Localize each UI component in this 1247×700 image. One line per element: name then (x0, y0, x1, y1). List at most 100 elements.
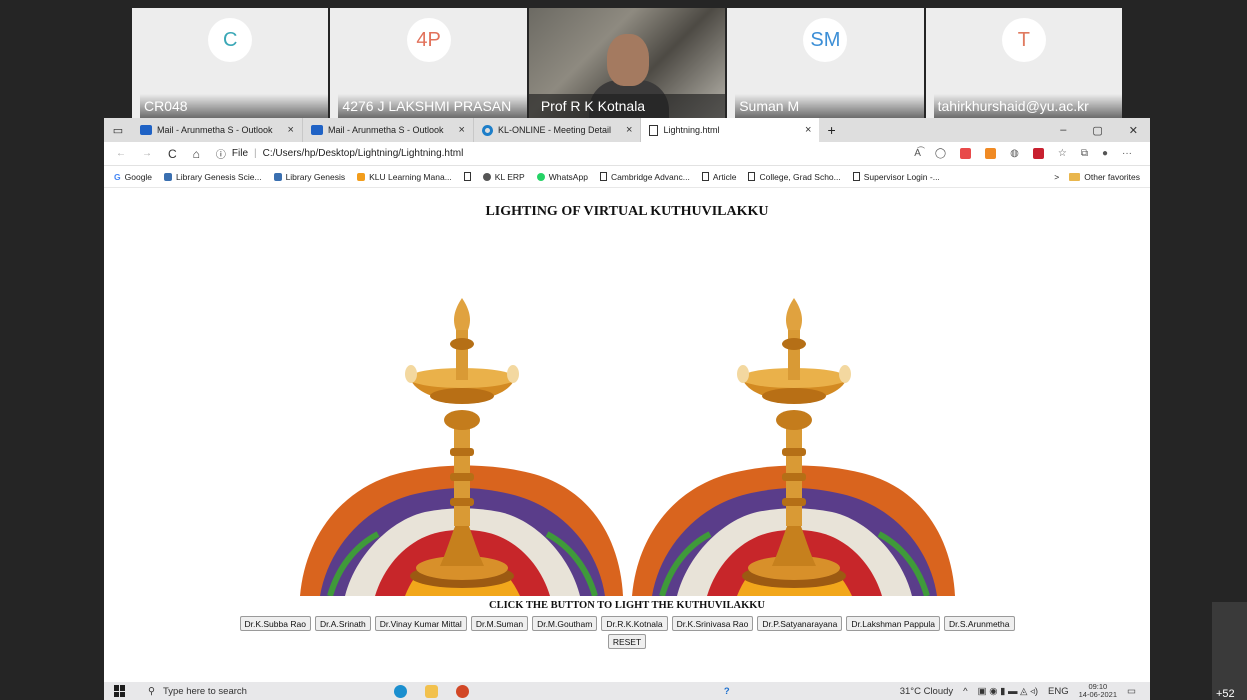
kuthuvilakku-lamp-image (632, 298, 955, 596)
edge-icon[interactable] (394, 684, 407, 698)
clock-date: 14-06-2021 (1078, 690, 1118, 699)
maximize-button[interactable]: ▢ (1092, 124, 1102, 137)
light-button-subba-rao[interactable]: Dr.K.Subba Rao (239, 616, 311, 631)
tab-close-icon[interactable]: × (288, 124, 294, 136)
windows-start-icon[interactable] (114, 685, 126, 697)
light-button-goutham[interactable]: Dr.M.Goutham (532, 616, 598, 631)
search-icon: ⚲ (148, 685, 155, 697)
participant-tile[interactable]: SM Suman M (727, 8, 924, 118)
favorite-article[interactable]: Article (701, 172, 736, 182)
overflow-participants-count[interactable]: +52 (1216, 688, 1235, 700)
participant-name: Prof R K Kotnala (528, 94, 726, 118)
light-button-lakshman-pappula[interactable]: Dr.Lakshman Pappula (846, 616, 941, 631)
favorite-college[interactable]: College, Grad Scho... (748, 172, 841, 182)
favorite-label: Library Genesis Scie... (176, 171, 262, 182)
url-scheme: File (231, 148, 249, 159)
outlook-icon (310, 125, 323, 135)
favorite-kl-erp[interactable]: KL ERP (482, 171, 525, 182)
favorite-google[interactable]: G Google (114, 172, 152, 182)
language-indicator[interactable]: ENG (1048, 686, 1069, 697)
participant-video-tile[interactable]: Prof R K Kotnala (528, 8, 726, 120)
page-icon (748, 172, 756, 181)
instruction-text: CLICK THE BUTTON TO LIGHT THE KUTHUVILAK… (489, 600, 765, 611)
light-button-arunmetha[interactable]: Dr.S.Arunmetha (944, 616, 1015, 631)
other-favorites[interactable]: Other favorites (1069, 172, 1140, 182)
light-button-suman[interactable]: Dr.M.Suman (470, 616, 529, 631)
favorites-star-icon[interactable]: ☆ (1058, 148, 1067, 159)
folder-icon (1069, 172, 1081, 181)
libgen-icon (273, 172, 282, 181)
reload-button[interactable]: C (168, 147, 177, 161)
zotero-extension-icon[interactable] (1032, 148, 1044, 159)
tab-close-icon[interactable]: × (459, 124, 465, 136)
overflow-participants-panel[interactable] (1212, 602, 1247, 700)
participant-tile[interactable]: C CR048 (132, 8, 329, 118)
back-button[interactable]: ← (116, 148, 126, 159)
grey-extension-icon[interactable]: ◍ (1010, 148, 1019, 159)
powerpoint-icon[interactable] (456, 684, 469, 698)
tab-mail-2[interactable]: Mail - Arunmetha S - Outlook × (303, 118, 474, 142)
favorite-libgen-sci[interactable]: Library Genesis Scie... (164, 172, 262, 182)
favorite-label: KL ERP (494, 171, 525, 182)
profile-avatar-icon[interactable]: ● (1102, 148, 1108, 159)
tab-close-icon[interactable]: × (626, 124, 632, 136)
weather-widget[interactable]: 31°C Cloudy (900, 686, 953, 697)
reset-row: RESET (104, 634, 1150, 649)
page-title: LIGHTING OF VIRTUAL KUTHUVILAKKU (485, 204, 769, 219)
favorite-blank-page[interactable] (463, 172, 471, 181)
circle-extension-icon[interactable]: ◯ (935, 148, 946, 159)
notifications-icon[interactable]: ▭ (1127, 686, 1136, 697)
klu-icon (357, 172, 366, 181)
light-button-srinivasa-rao[interactable]: Dr.K.Srinivasa Rao (671, 616, 754, 631)
more-menu-icon[interactable]: ··· (1122, 148, 1132, 159)
tab-actions-icon[interactable]: ▭ (104, 124, 132, 137)
favorite-libgen[interactable]: Library Genesis (273, 172, 345, 182)
light-button-satyanarayana[interactable]: Dr.P.Satyanarayana (757, 616, 843, 631)
tab-close-icon[interactable]: × (805, 124, 811, 136)
kuthuvilakku-lamp-image (300, 298, 623, 596)
light-button-kotnala[interactable]: Dr.R.K.Kotnala (601, 616, 668, 631)
info-icon: ⓘ (215, 150, 226, 161)
collections-icon[interactable]: ⧉ (1081, 148, 1088, 159)
forward-button[interactable]: → (142, 148, 152, 159)
new-tab-button[interactable]: + (819, 122, 843, 138)
tray-chevron-icon[interactable]: ^ (963, 686, 967, 697)
search-placeholder: Type here to search (162, 685, 247, 697)
url-field[interactable]: ⓘ File | C:/Users/hp/Desktop/Lightning/L… (216, 146, 463, 161)
taskbar-clock[interactable]: 09:10 14-06-2021 (1079, 683, 1117, 699)
participant-tile[interactable]: T tahirkhurshaid@yu.ac.kr (925, 8, 1123, 118)
help-icon[interactable]: ? (724, 686, 730, 697)
home-button[interactable]: ⌂ (193, 147, 200, 161)
url-separator: | (254, 148, 257, 159)
reset-button[interactable]: RESET (607, 634, 647, 649)
favorites-more-chevron-icon[interactable]: > (1054, 172, 1059, 182)
tab-lightning[interactable]: Lightning.html × (641, 118, 820, 142)
light-button-vinay-kumar-mittal[interactable]: Dr.Vinay Kumar Mittal (374, 616, 467, 631)
participant-tile[interactable]: 4P 4276 J LAKSHMI PRASAN (330, 8, 527, 118)
page-icon (649, 124, 659, 136)
minimize-button[interactable]: – (1060, 124, 1066, 137)
taskbar-search-box[interactable]: ⚲ Type here to search (148, 686, 368, 697)
light-button-srinath[interactable]: Dr.A.Srinath (314, 616, 371, 631)
participant-avatar: 4P (406, 18, 451, 62)
orange-extension-icon[interactable] (985, 148, 997, 159)
favorite-whatsapp[interactable]: WhatsApp (536, 172, 588, 182)
tab-mail-1[interactable]: Mail - Arunmetha S - Outlook × (132, 118, 303, 142)
red-extension-icon[interactable] (960, 148, 972, 159)
participant-name: tahirkhurshaid@yu.ac.kr (933, 94, 1123, 118)
favorite-cambridge[interactable]: Cambridge Advanc... (599, 171, 690, 182)
tab-kl-online[interactable]: KL-ONLINE - Meeting Detail × (474, 118, 642, 142)
page-icon (852, 172, 860, 181)
favorites-right: > Other favorites (1054, 172, 1150, 182)
favorite-supervisor[interactable]: Supervisor Login -... (852, 172, 940, 182)
favorite-klu[interactable]: KLU Learning Mana... (357, 172, 452, 182)
favorite-label: KLU Learning Mana... (369, 171, 452, 182)
favorite-label: Cambridge Advanc... (610, 171, 690, 182)
tab-label: Mail - Arunmetha S - Outlook (157, 125, 273, 135)
file-explorer-icon[interactable] (425, 684, 438, 698)
tab-label: Mail - Arunmetha S - Outlook (327, 125, 444, 135)
kl-erp-icon (482, 172, 491, 181)
read-aloud-icon[interactable]: A͡ (914, 148, 921, 159)
close-button[interactable]: ✕ (1129, 124, 1138, 137)
tray-icons[interactable]: ▣ ◉ ▮ ▬ ◬ ◃) (978, 686, 1038, 697)
